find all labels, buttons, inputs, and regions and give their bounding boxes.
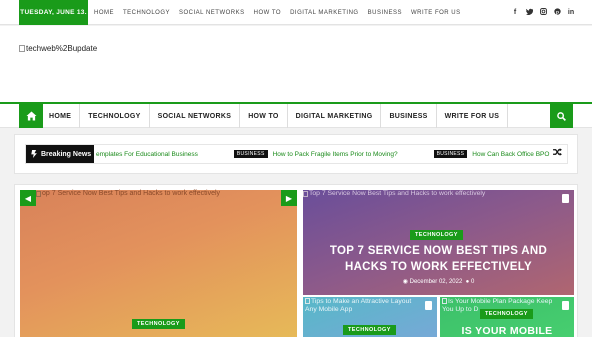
nav-item-technology[interactable]: TECHNOLOGY bbox=[80, 104, 150, 128]
site-header: techweb%2Bupdate bbox=[0, 26, 592, 102]
breaking-news-label: Breaking News bbox=[26, 145, 94, 163]
comment-icon: ● bbox=[465, 279, 470, 285]
top-bar: TUESDAY, JUNE 13. HOME TECHNOLOGY SOCIAL… bbox=[0, 0, 592, 25]
featured-post-card[interactable]: Top 7 Service Now Best Tips and Hacks to… bbox=[303, 190, 574, 295]
top-nav-write-for-us[interactable]: WRITE FOR US bbox=[411, 10, 461, 16]
nav-item-business[interactable]: BUSINESS bbox=[381, 104, 437, 128]
featured-caption-text: Top 7 Service Now Best Tips and Hacks to… bbox=[309, 190, 486, 197]
main-nav-items: HOME TECHNOLOGY SOCIAL NETWORKS HOW TO D… bbox=[43, 104, 509, 128]
featured-slider[interactable]: ◀ op 7 Service Now Best Tips and Hacks t… bbox=[20, 190, 297, 337]
broken-image-icon bbox=[305, 298, 310, 304]
broken-image-icon bbox=[442, 298, 447, 304]
ticker-link[interactable]: emplates For Educational Business bbox=[96, 151, 198, 158]
nav-item-how-to[interactable]: HOW TO bbox=[240, 104, 288, 128]
post-title[interactable]: IS YOUR MOBILE bbox=[440, 325, 574, 337]
shuffle-icon[interactable] bbox=[553, 148, 562, 158]
broken-image-icon bbox=[36, 190, 41, 197]
ticker-link[interactable]: How Can Back Office BPO bbox=[472, 151, 549, 158]
top-navigation: HOME TECHNOLOGY SOCIAL NETWORKS HOW TO D… bbox=[94, 0, 470, 25]
caption-line: Any Mobile App bbox=[305, 306, 353, 313]
ticker-section: Breaking News emplates For Educational B… bbox=[14, 134, 578, 174]
slider-prev-button[interactable]: ◀ bbox=[20, 190, 36, 206]
slide-image-caption: op 7 Service Now Best Tips and Hacks to … bbox=[36, 190, 220, 197]
nav-item-write-for-us[interactable]: WRITE FOR US bbox=[437, 104, 509, 128]
broken-image-icon bbox=[19, 45, 25, 52]
logo-alt-text: techweb%2Bupdate bbox=[26, 44, 98, 53]
document-icon bbox=[562, 194, 569, 203]
slider-next-button[interactable]: ▶ bbox=[281, 190, 297, 206]
caption-line: Is Your Mobile Plan Package Keep bbox=[448, 298, 553, 305]
twitter-icon[interactable] bbox=[525, 8, 533, 17]
nav-item-digital-marketing[interactable]: DIGITAL MARKETING bbox=[288, 104, 382, 128]
featured-post-meta: ◉ December 02, 2022 ● 0 bbox=[303, 278, 574, 285]
calendar-icon: ◉ bbox=[402, 279, 408, 285]
featured-category-badge[interactable]: TECHNOLOGY bbox=[410, 230, 463, 240]
svg-text:p: p bbox=[556, 10, 559, 15]
ticker-category-badge[interactable]: BUSINESS bbox=[433, 150, 468, 158]
search-button[interactable] bbox=[550, 104, 573, 128]
post-card[interactable]: Tips to Make an Attractive Layout Any Mo… bbox=[303, 297, 437, 337]
news-ticker: Breaking News emplates For Educational B… bbox=[25, 144, 568, 164]
slide-caption-text: op 7 Service Now Best Tips and Hacks to … bbox=[42, 190, 221, 197]
top-nav-social-networks[interactable]: SOCIAL NETWORKS bbox=[179, 10, 245, 16]
date-badge: TUESDAY, JUNE 13. bbox=[19, 0, 88, 25]
site-logo[interactable]: techweb%2Bupdate bbox=[19, 44, 97, 53]
featured-comment-count: 0 bbox=[470, 279, 475, 285]
top-nav-digital-marketing[interactable]: DIGITAL MARKETING bbox=[290, 10, 359, 16]
main-navigation: HOME TECHNOLOGY SOCIAL NETWORKS HOW TO D… bbox=[0, 102, 592, 128]
post-category-badge[interactable]: TECHNOLOGY bbox=[343, 325, 396, 335]
top-nav-home[interactable]: HOME bbox=[94, 10, 114, 16]
caption-line: You Up to D bbox=[442, 306, 479, 313]
search-icon bbox=[557, 111, 566, 121]
post-image-caption: Tips to Make an Attractive Layout Any Mo… bbox=[305, 298, 411, 314]
document-icon bbox=[425, 301, 432, 310]
nav-item-social-networks[interactable]: SOCIAL NETWORKS bbox=[150, 104, 241, 128]
social-links: f p in bbox=[511, 0, 575, 25]
home-button[interactable] bbox=[19, 104, 43, 128]
slide-category-badge[interactable]: TECHNOLOGY bbox=[132, 319, 185, 329]
top-nav-how-to[interactable]: HOW TO bbox=[254, 10, 281, 16]
ticker-category-badge[interactable]: BUSINESS bbox=[233, 150, 268, 158]
featured-post-title[interactable]: TOP 7 SERVICE NOW BEST TIPS AND HACKS TO… bbox=[309, 243, 568, 275]
bolt-icon bbox=[31, 150, 37, 158]
featured-section: ◀ op 7 Service Now Best Tips and Hacks t… bbox=[14, 184, 578, 337]
linkedin-icon[interactable]: in bbox=[567, 9, 575, 16]
featured-image-caption: Top 7 Service Now Best Tips and Hacks to… bbox=[303, 190, 485, 197]
pinterest-icon[interactable]: p bbox=[553, 8, 561, 17]
instagram-icon[interactable] bbox=[539, 8, 547, 17]
top-nav-business[interactable]: BUSINESS bbox=[368, 10, 402, 16]
featured-post-date: December 02, 2022 bbox=[409, 279, 463, 285]
broken-image-icon bbox=[303, 190, 308, 197]
chevron-right-icon: ▶ bbox=[285, 193, 293, 203]
home-icon bbox=[26, 111, 36, 121]
top-nav-technology[interactable]: TECHNOLOGY bbox=[123, 10, 170, 16]
nav-item-home[interactable]: HOME bbox=[43, 104, 81, 128]
caption-line: Tips to Make an Attractive Layout bbox=[311, 298, 412, 305]
ticker-items: emplates For Educational Business BUSINE… bbox=[96, 145, 549, 163]
document-icon bbox=[562, 301, 569, 310]
breaking-news-text: Breaking News bbox=[41, 150, 92, 158]
post-card[interactable]: Is Your Mobile Plan Package Keep You Up … bbox=[440, 297, 574, 337]
post-category-badge[interactable]: TECHNOLOGY bbox=[480, 309, 533, 319]
chevron-left-icon: ◀ bbox=[24, 193, 32, 203]
facebook-icon[interactable]: f bbox=[511, 9, 519, 16]
ticker-link[interactable]: How to Pack Fragile Items Prior to Movin… bbox=[273, 151, 398, 158]
date-text: TUESDAY, JUNE 13. bbox=[20, 9, 87, 16]
